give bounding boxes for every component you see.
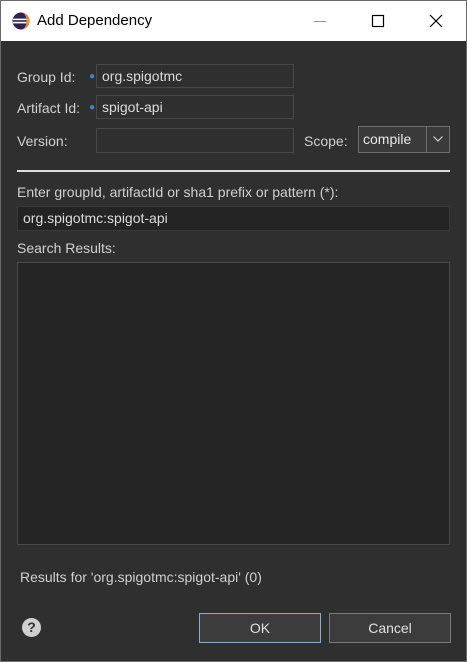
search-results-list[interactable] — [17, 262, 450, 545]
help-icon[interactable]: ? — [22, 618, 41, 637]
group-id-field[interactable]: org.spigotmc — [96, 64, 294, 88]
scope-value: compile — [363, 131, 412, 147]
required-marker: ● — [89, 102, 96, 113]
separator — [17, 170, 450, 172]
minimize-icon — [314, 21, 326, 22]
artifact-id-label: Artifact Id: — [17, 100, 81, 116]
title-bar[interactable]: Add Dependency — [1, 1, 466, 41]
cancel-button[interactable]: Cancel — [329, 613, 451, 643]
artifact-id-field[interactable]: spigot-api — [96, 95, 294, 119]
group-id-label: Group Id: — [17, 69, 76, 85]
version-field[interactable] — [96, 128, 294, 153]
maximize-icon — [371, 14, 385, 28]
search-pattern-label: Enter groupId, artifactId or sha1 prefix… — [17, 184, 339, 200]
add-dependency-dialog: Add Dependency Group Id: ● org.spigotmc … — [0, 0, 467, 662]
ok-button[interactable]: OK — [199, 613, 321, 643]
close-button[interactable] — [407, 1, 465, 41]
search-input[interactable]: org.spigotmc:spigot-api — [17, 206, 450, 231]
chevron-down-icon — [433, 136, 443, 142]
window-title: Add Dependency — [37, 12, 153, 29]
scope-dropdown[interactable]: compile — [358, 126, 450, 153]
minimize-button[interactable] — [291, 1, 349, 41]
scope-label: Scope: — [304, 133, 348, 149]
status-message: Results for 'org.spigotmc:spigot-api' (0… — [20, 569, 262, 585]
dropdown-button[interactable] — [426, 127, 449, 152]
version-label: Version: — [17, 133, 68, 149]
required-marker: ● — [89, 71, 96, 82]
eclipse-icon — [12, 12, 30, 30]
search-results-label: Search Results: — [17, 240, 116, 256]
close-icon — [429, 14, 443, 28]
maximize-button[interactable] — [349, 1, 407, 41]
